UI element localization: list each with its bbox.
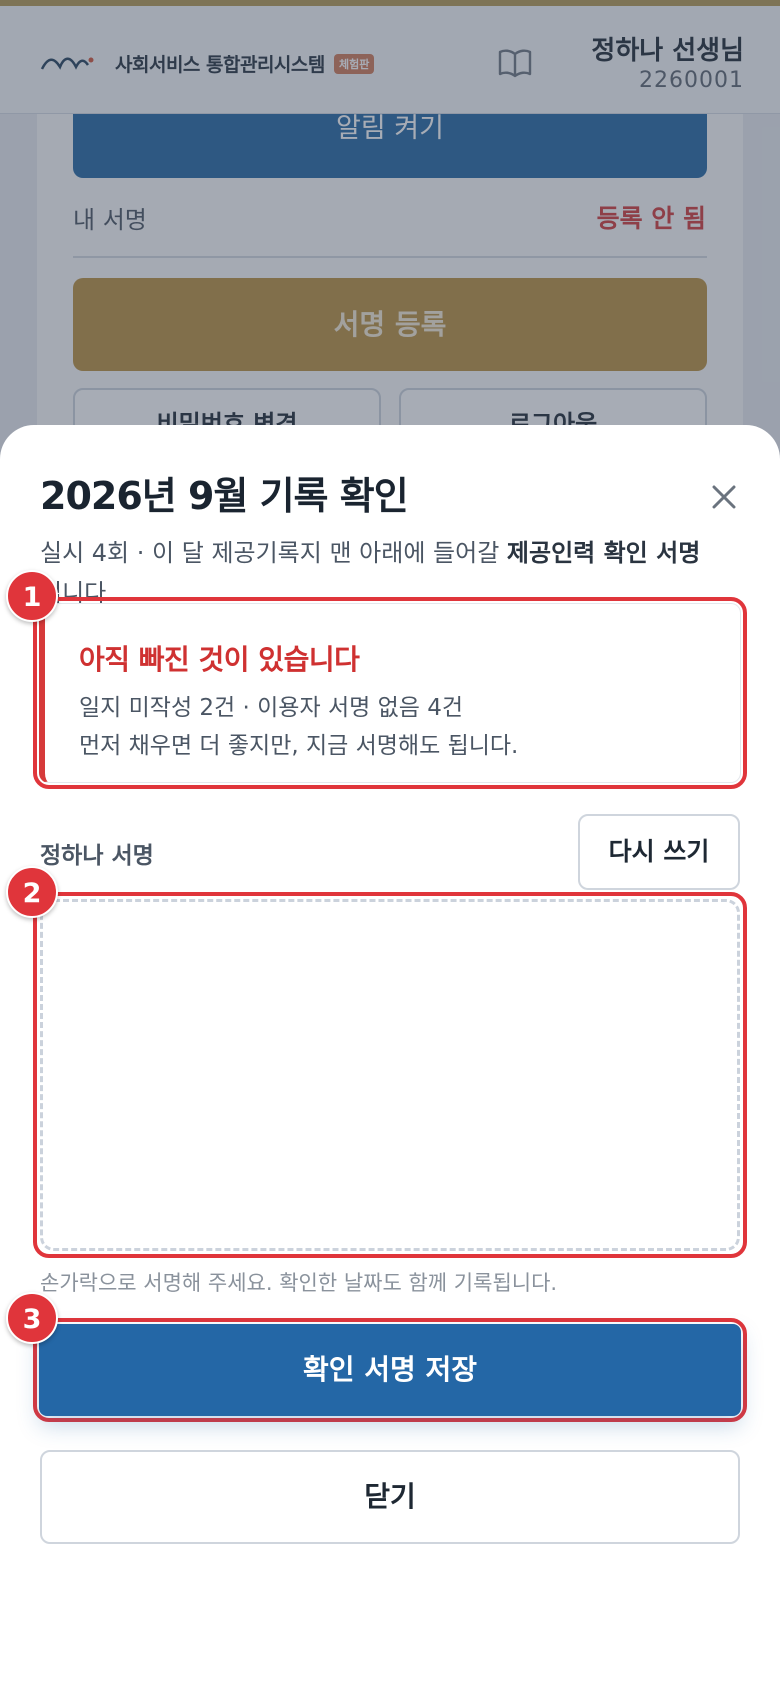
signature-label: 정하나 서명 xyxy=(40,843,154,869)
warning-line-1: 일지 미작성 2건 · 이용자 서명 없음 4건 xyxy=(79,695,463,721)
confirm-sheet: 2026년 9월 기록 확인 실시 4회 · 이 달 제공기록지 맨 아래에 들… xyxy=(0,425,780,1688)
annotation-badge-3: 3 xyxy=(6,1292,58,1344)
rewrite-button[interactable]: 다시 쓰기 xyxy=(578,814,740,890)
warning-title: 아직 빠진 것이 있습니다 xyxy=(79,643,360,676)
signature-hint: 손가락으로 서명해 주세요. 확인한 날짜도 함께 기록됩니다. xyxy=(40,1271,558,1295)
warning-card: 아직 빠진 것이 있습니다 일지 미작성 2건 · 이용자 서명 없음 4건 먼… xyxy=(39,603,741,783)
close-icon[interactable] xyxy=(704,477,744,517)
annotation-badge-2: 2 xyxy=(6,866,58,918)
warning-line-2: 먼저 채우면 더 좋지만, 지금 서명해도 됩니다. xyxy=(79,733,519,759)
signature-pad[interactable] xyxy=(40,899,740,1251)
annotation-badge-1: 1 xyxy=(6,570,58,622)
save-signature-button[interactable]: 확인 서명 저장 xyxy=(39,1324,741,1416)
close-button[interactable]: 닫기 xyxy=(40,1450,740,1544)
sheet-title: 2026년 9월 기록 확인 xyxy=(40,474,409,518)
